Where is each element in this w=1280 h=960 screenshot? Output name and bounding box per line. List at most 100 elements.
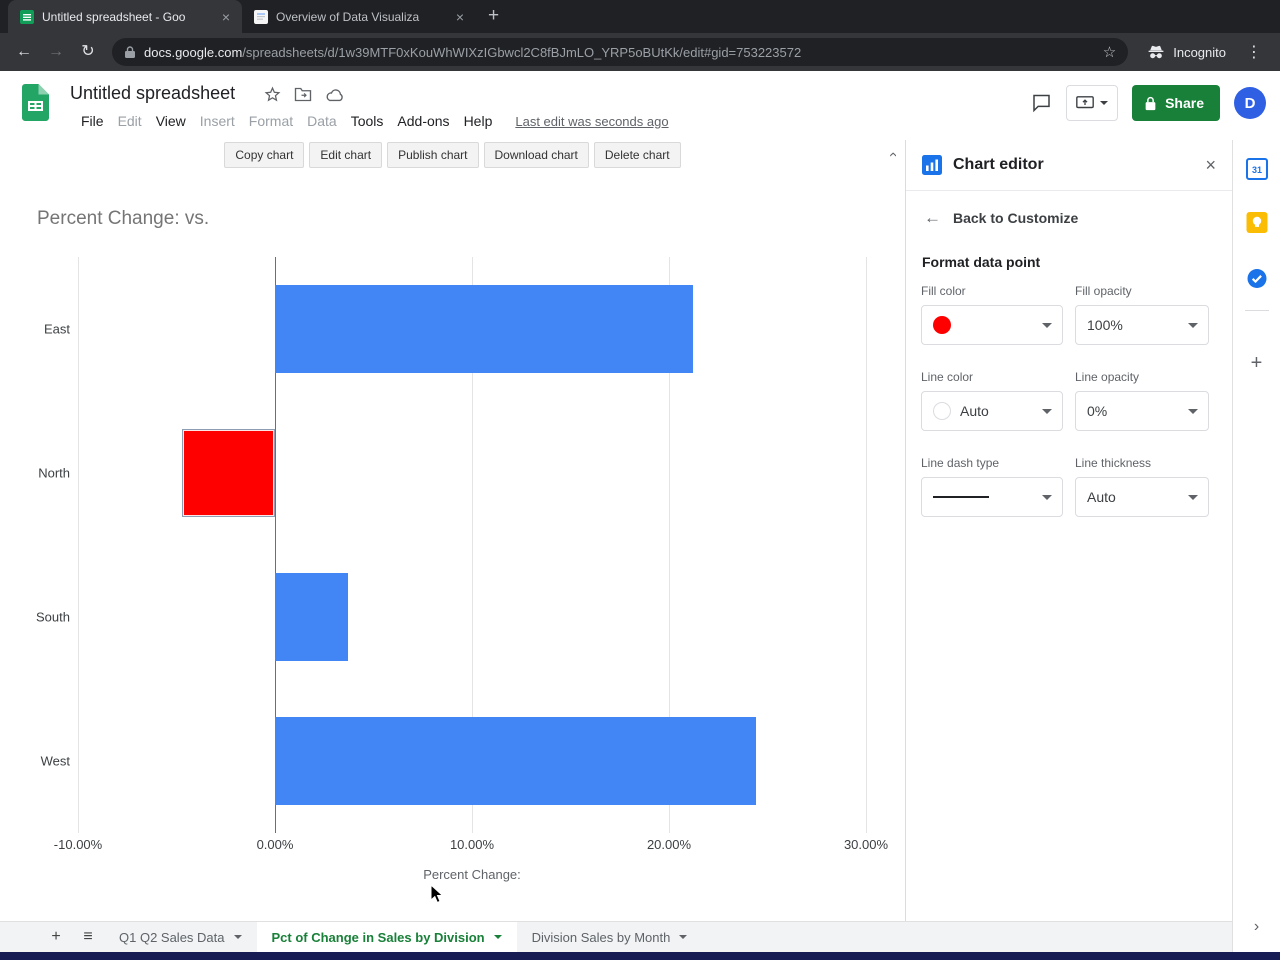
bar-north[interactable] [182, 429, 275, 517]
y-axis-label: South [36, 609, 70, 625]
browser-tab-spreadsheet[interactable]: Untitled spreadsheet - Goo × [8, 0, 242, 33]
lock-icon [125, 46, 135, 58]
header-actions: Share D [1031, 83, 1266, 123]
line-opacity-select[interactable]: 0% [1075, 391, 1209, 431]
chart-icon [922, 155, 942, 175]
menu-edit[interactable]: Edit [111, 111, 149, 131]
back-label: Back to Customize [953, 210, 1079, 226]
chart-canvas[interactable]: Percent Change: vs. East North South West -… [0, 170, 905, 921]
browser-toolbar: ← → ↻ docs.google.com/spreadsheets/d/1w3… [0, 33, 1280, 71]
x-tick-label: -10.00% [53, 837, 103, 852]
reload-icon[interactable]: ↻ [74, 38, 102, 66]
line-thickness-value: Auto [1087, 489, 1116, 505]
bar-south[interactable] [275, 573, 348, 661]
gridline [866, 257, 867, 833]
field-label: Fill color [921, 284, 966, 298]
line-color-select[interactable]: Auto [921, 391, 1063, 431]
bar-east[interactable] [275, 285, 693, 373]
y-axis-label: East [43, 321, 70, 337]
fill-color-field: Fill color [921, 284, 1063, 345]
add-sheet-button[interactable]: + [40, 922, 72, 952]
x-axis-ticks: -10.00% 0.00% 10.00% 20.00% 30.00% [54, 837, 888, 853]
title-actions [264, 86, 345, 103]
comment-icon[interactable] [1031, 93, 1052, 113]
format-fields: Fill color Fill opacity 100% Line color … [906, 272, 1232, 542]
add-addon-button[interactable]: + [1251, 352, 1263, 375]
sheet-tab-q1q2[interactable]: Q1 Q2 Sales Data [104, 922, 257, 952]
present-icon [1076, 96, 1094, 109]
close-icon[interactable]: × [218, 9, 234, 25]
menu-format[interactable]: Format [242, 111, 300, 131]
download-chart-button[interactable]: Download chart [483, 142, 589, 168]
field-label: Line color [921, 370, 974, 384]
expand-panel-icon[interactable]: › [1254, 918, 1259, 936]
chevron-down-icon [1042, 409, 1052, 414]
sheet-tab-division-sales[interactable]: Division Sales by Month [517, 922, 703, 952]
sheets-header: Untitled spreadsheet File Edit View Inse… [0, 71, 1280, 140]
close-icon[interactable]: × [1205, 155, 1216, 176]
all-sheets-icon[interactable]: ≡ [72, 922, 104, 952]
keep-icon[interactable] [1246, 212, 1267, 233]
new-tab-button[interactable]: + [476, 5, 511, 33]
line-dash-type-field: Line dash type [921, 456, 1063, 517]
line-color-value: Auto [960, 403, 989, 419]
tab-title: Overview of Data Visualiza [276, 9, 420, 24]
star-icon[interactable] [264, 86, 281, 103]
last-edit-link[interactable]: Last edit was seconds ago [515, 114, 668, 129]
svg-text:31: 31 [1251, 165, 1261, 175]
field-label: Fill opacity [1075, 284, 1132, 298]
present-button[interactable] [1066, 85, 1119, 121]
url-path: /spreadsheets/d/1w39MTF0xKouWhWIXzIGbwcl… [242, 44, 802, 60]
back-icon[interactable]: ← [10, 38, 38, 66]
fill-color-select[interactable] [921, 305, 1063, 345]
close-icon[interactable]: × [452, 9, 468, 25]
line-thickness-select[interactable]: Auto [1075, 477, 1209, 517]
fill-opacity-select[interactable]: 100% [1075, 305, 1209, 345]
tasks-icon[interactable] [1246, 268, 1267, 289]
fill-opacity-field: Fill opacity 100% [1075, 284, 1209, 345]
lock-icon [1145, 96, 1156, 110]
gridline [78, 257, 79, 833]
url-domain: docs.google.com [144, 44, 243, 60]
calendar-icon[interactable]: 31 [1245, 158, 1268, 180]
workspace-side-panel: 31 + › [1232, 140, 1280, 952]
collapse-toolbar-icon[interactable]: › [884, 152, 901, 157]
publish-chart-button[interactable]: Publish chart [387, 142, 479, 168]
address-bar[interactable]: docs.google.com/spreadsheets/d/1w39MTF0x… [112, 38, 1129, 66]
browser-tab-doc[interactable]: Overview of Data Visualiza × [242, 0, 476, 33]
cloud-status-icon[interactable] [325, 88, 345, 102]
bookmark-star-icon[interactable]: ☆ [1103, 43, 1116, 61]
menu-help[interactable]: Help [457, 111, 500, 131]
line-dash-type-select[interactable] [921, 477, 1063, 517]
move-folder-icon[interactable] [294, 87, 312, 102]
share-button[interactable]: Share [1132, 85, 1220, 121]
forward-icon[interactable]: → [42, 38, 70, 66]
chevron-down-icon [1188, 323, 1198, 328]
menu-bar: File Edit View Insert Format Data Tools … [74, 111, 669, 131]
y-axis-labels: East North South West [0, 257, 70, 833]
edit-chart-button[interactable]: Edit chart [309, 142, 383, 168]
browser-menu-icon[interactable]: ⋮ [1238, 42, 1270, 62]
menu-view[interactable]: View [149, 111, 193, 131]
copy-chart-button[interactable]: Copy chart [224, 142, 305, 168]
sheet-tab-pct-change[interactable]: Pct of Change in Sales by Division [256, 922, 517, 952]
menu-tools[interactable]: Tools [344, 111, 391, 131]
back-to-customize-link[interactable]: ← Back to Customize [906, 191, 1232, 236]
chart-plot [78, 257, 867, 833]
document-title[interactable]: Untitled spreadsheet [70, 83, 235, 104]
url-text: docs.google.com/spreadsheets/d/1w39MTF0x… [144, 45, 1095, 60]
menu-data[interactable]: Data [300, 111, 344, 131]
sheet-tab-label: Division Sales by Month [531, 929, 671, 945]
back-arrow-icon: ← [924, 208, 941, 227]
menu-insert[interactable]: Insert [193, 111, 242, 131]
bar-west[interactable] [275, 717, 756, 805]
section-title: Format data point [922, 254, 1041, 270]
field-label: Line dash type [921, 456, 1000, 470]
share-label: Share [1165, 95, 1204, 111]
x-tick-label: 30.00% [843, 837, 889, 852]
delete-chart-button[interactable]: Delete chart [593, 142, 681, 168]
avatar[interactable]: D [1234, 87, 1266, 119]
menu-addons[interactable]: Add-ons [390, 111, 456, 131]
menu-file[interactable]: File [74, 111, 111, 131]
sheets-favicon [20, 9, 34, 24]
